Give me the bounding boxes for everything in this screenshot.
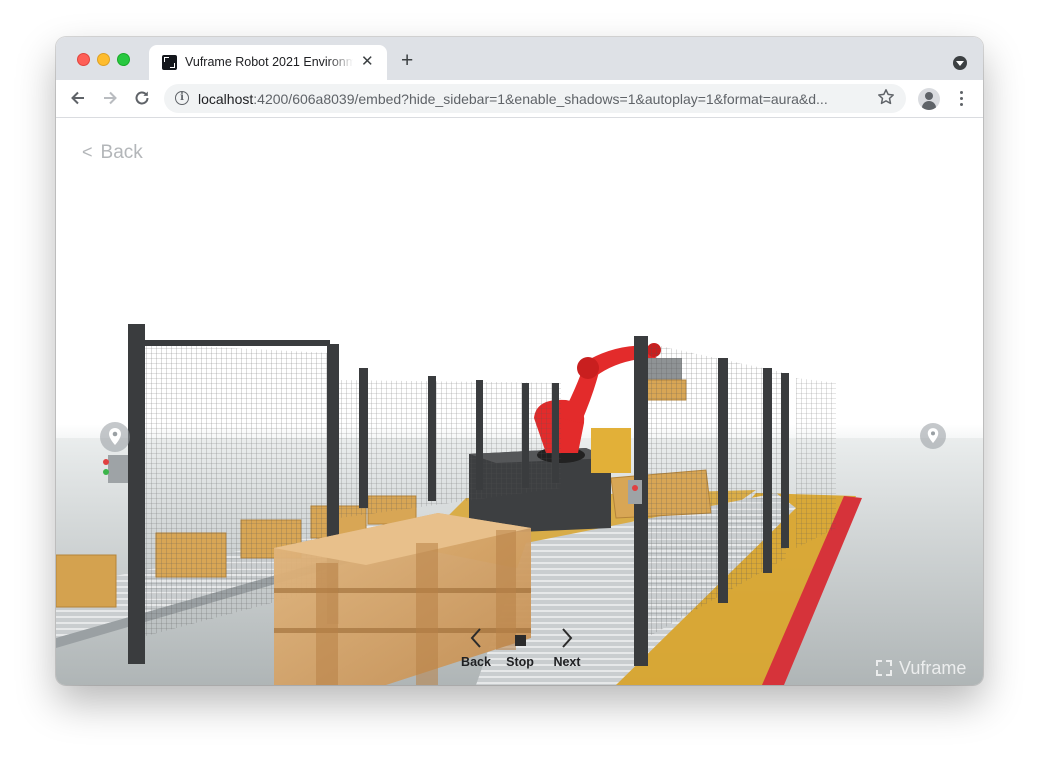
step-back-label: Back bbox=[461, 655, 491, 669]
address-bar[interactable]: i localhost:4200/606a8039/embed?hide_sid… bbox=[164, 84, 906, 113]
hotspot-right[interactable] bbox=[920, 423, 946, 449]
page-back-link[interactable]: < Back bbox=[82, 142, 143, 164]
page-back-label: Back bbox=[100, 142, 143, 163]
vuframe-logo-icon bbox=[876, 660, 892, 676]
browser-window: Vuframe Robot 2021 Environment ✕ + i loc… bbox=[56, 37, 983, 685]
3d-viewer[interactable]: < Back Back Stop Next Vuframe bbox=[56, 118, 983, 685]
new-tab-button[interactable]: + bbox=[401, 50, 413, 71]
tab-active[interactable]: Vuframe Robot 2021 Environment ✕ bbox=[149, 45, 387, 80]
chevron-left-icon: < bbox=[82, 142, 93, 162]
browser-toolbar: i localhost:4200/606a8039/embed?hide_sid… bbox=[56, 80, 983, 118]
box bbox=[56, 554, 117, 608]
tab-strip: Vuframe Robot 2021 Environment ✕ + bbox=[56, 37, 983, 80]
close-window-button[interactable] bbox=[77, 53, 90, 66]
bookmark-star-icon[interactable] bbox=[877, 88, 895, 110]
back-button[interactable] bbox=[68, 88, 88, 108]
arrow-left-icon bbox=[71, 91, 84, 105]
vuframe-watermark: Vuframe bbox=[876, 658, 966, 679]
stop-button[interactable]: Stop bbox=[498, 627, 542, 669]
next-button[interactable]: Next bbox=[545, 627, 589, 669]
profile-avatar-icon[interactable] bbox=[918, 88, 940, 110]
next-label: Next bbox=[553, 655, 581, 669]
stop-icon bbox=[514, 635, 526, 646]
reload-icon bbox=[135, 91, 149, 105]
location-pin-icon bbox=[927, 428, 939, 443]
kebab-menu-icon[interactable] bbox=[960, 91, 963, 106]
tab-search-icon[interactable] bbox=[953, 56, 967, 70]
forward-button[interactable] bbox=[100, 88, 120, 108]
url-path: :4200/606a8039/embed?hide_sidebar=1&enab… bbox=[253, 91, 828, 107]
box bbox=[591, 428, 631, 473]
url-host: localhost bbox=[198, 91, 254, 107]
step-back-button[interactable]: Back bbox=[454, 627, 498, 669]
chevron-left-icon bbox=[470, 628, 481, 648]
location-pin-icon bbox=[109, 428, 121, 445]
url-text[interactable]: localhost:4200/606a8039/embed?hide_sideb… bbox=[198, 91, 870, 107]
playback-controls: Back Stop Next bbox=[454, 627, 594, 673]
hotspot-left[interactable] bbox=[100, 422, 130, 452]
tab-close-button[interactable]: ✕ bbox=[361, 54, 374, 70]
reload-button[interactable] bbox=[132, 88, 152, 108]
watermark-text: Vuframe bbox=[899, 658, 967, 678]
robot-cell-scene[interactable] bbox=[56, 118, 983, 685]
stop-label: Stop bbox=[506, 655, 534, 669]
chevron-right-icon bbox=[562, 628, 573, 648]
minimize-window-button[interactable] bbox=[97, 53, 110, 66]
zoom-window-button[interactable] bbox=[117, 53, 130, 66]
info-icon[interactable]: i bbox=[175, 91, 189, 105]
tab-title: Vuframe Robot 2021 Environment bbox=[185, 55, 353, 69]
arrow-right-icon bbox=[104, 91, 117, 105]
vuframe-favicon-icon bbox=[162, 55, 177, 70]
